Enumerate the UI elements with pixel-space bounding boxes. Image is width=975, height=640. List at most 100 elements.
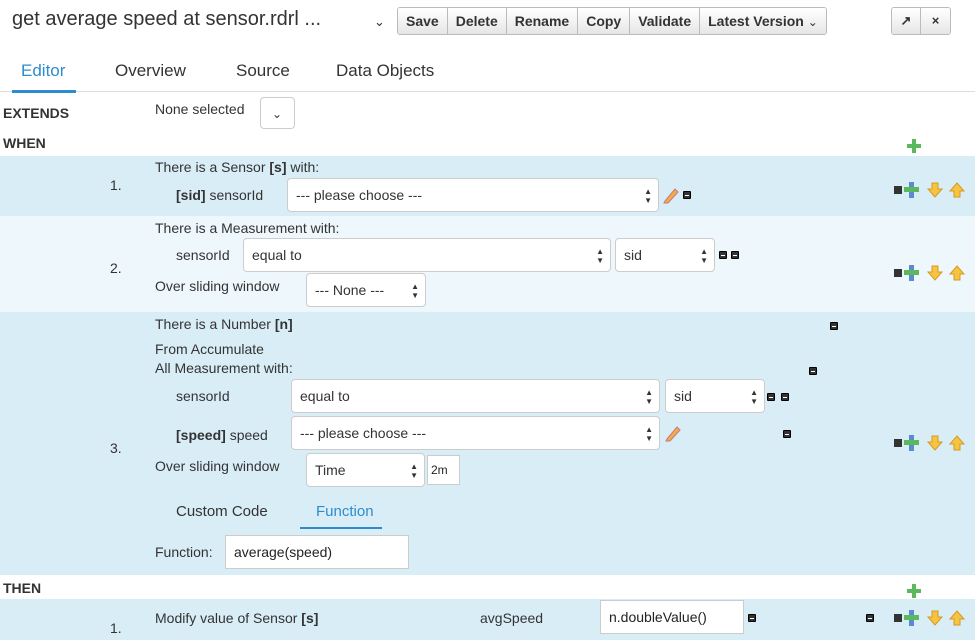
select-arrow-icon: ▲ ▼ (411, 282, 419, 300)
operator-value: equal to (300, 388, 350, 404)
field-name: sensorId (209, 187, 264, 203)
then-label: THEN (3, 580, 42, 596)
accumulate-label: From Accumulate (155, 341, 264, 357)
delete-button[interactable]: Delete (447, 8, 507, 34)
select-arrow-icon: ▲ ▼ (645, 388, 653, 406)
close-icon[interactable]: × (921, 8, 950, 34)
value-value: sid (624, 247, 642, 263)
tab-editor[interactable]: Editor (21, 61, 65, 81)
row-number: 2. (110, 260, 122, 276)
pattern-var: [n] (274, 316, 293, 332)
window-select[interactable]: --- None --- ▲ ▼ (306, 273, 426, 307)
tab-overview[interactable]: Overview (115, 61, 186, 81)
select-arrow-icon: ▲ ▼ (596, 247, 604, 265)
action-field-label: avgSpeed (480, 610, 544, 626)
row-number: 3. (110, 440, 122, 456)
tab-custom-code[interactable]: Custom Code (176, 503, 268, 520)
select-arrow-icon: ▲ ▼ (644, 187, 652, 205)
active-tab-indicator (12, 90, 76, 93)
window-label: Over sliding window (155, 278, 280, 294)
latest-version-label: Latest Version (708, 13, 804, 29)
tab-bar: Editor Overview Source Data Objects (0, 52, 975, 93)
row-actions (894, 435, 966, 451)
pattern-var: [s] (269, 159, 287, 175)
remove-source-icon[interactable] (809, 367, 817, 375)
window-value: --- None --- (315, 282, 385, 298)
add-icon (904, 182, 919, 198)
remove-field-icon[interactable] (783, 430, 791, 438)
field-label: [sid] sensorId (176, 187, 263, 203)
action-text: Modify value of Sensor [s] (155, 610, 318, 626)
pattern-text: There is a Sensor [s] with: (155, 159, 319, 175)
title-dropdown-icon[interactable]: ⌄ (374, 14, 385, 30)
row-number: 1. (110, 620, 122, 636)
action-var: [s] (301, 610, 319, 626)
field-label: [speed] speed (176, 427, 268, 443)
field-name: speed (229, 427, 268, 443)
accumulate-source: All Measurement with: (155, 360, 293, 376)
action-value-input[interactable]: n.doubleValue() (600, 600, 744, 634)
edit-pencil-icon[interactable] (664, 424, 682, 442)
active-subtab-indicator (300, 527, 382, 529)
select-arrow-icon: ▲ ▼ (410, 462, 418, 480)
tab-function[interactable]: Function (316, 503, 374, 520)
maximize-icon[interactable]: ↗ (892, 8, 921, 34)
action-prefix: Modify value of Sensor (155, 610, 298, 626)
row-actions (894, 182, 966, 198)
function-input[interactable]: average(speed) (225, 535, 409, 569)
operator-select[interactable]: equal to ▲ ▼ (243, 238, 611, 272)
window-controls: ↗ × (891, 7, 951, 35)
value-value: sid (674, 388, 692, 404)
edit-value-icon[interactable] (748, 614, 756, 622)
edit-value-icon[interactable] (719, 251, 727, 259)
window-value: Time (315, 462, 346, 478)
select-arrow-icon: ▲ ▼ (645, 425, 653, 443)
window-label: Over sliding window (155, 458, 280, 474)
window-amount-input[interactable]: 2m (427, 455, 460, 485)
pattern-prefix: There is a Number (155, 316, 271, 332)
save-button[interactable]: Save (398, 8, 448, 34)
edit-value-icon[interactable] (767, 393, 775, 401)
tab-data-objects[interactable]: Data Objects (336, 61, 434, 81)
toolbar: Save Delete Rename Copy Validate Latest … (397, 7, 827, 35)
window-select[interactable]: Time ▲ ▼ (306, 453, 425, 487)
field-select[interactable]: --- please choose --- ▲ ▼ (287, 178, 659, 212)
field-select-value: --- please choose --- (296, 187, 423, 203)
field-label: sensorId (176, 388, 230, 404)
remove-pattern-icon[interactable] (830, 322, 838, 330)
extends-label: EXTENDS (3, 105, 70, 121)
remove-field-icon[interactable] (683, 191, 691, 199)
operator-value: equal to (252, 247, 302, 263)
page-title: get average speed at sensor.rdrl ... (12, 8, 322, 30)
latest-version-button[interactable]: Latest Version ⌄ (700, 8, 826, 34)
value-select[interactable]: sid ▲ ▼ (615, 238, 715, 272)
add-action-icon[interactable] (906, 583, 922, 599)
field-var: [speed] (176, 427, 226, 443)
edit-pencil-icon[interactable] (662, 186, 680, 204)
extends-dropdown-button[interactable]: ⌄ (260, 97, 295, 129)
field-var: [sid] (176, 187, 206, 203)
row-actions (894, 610, 966, 626)
field-label: sensorId (176, 247, 230, 263)
row-number: 1. (110, 177, 122, 193)
field-select-value: --- please choose --- (300, 425, 427, 441)
remove-field-icon[interactable] (781, 393, 789, 401)
copy-button[interactable]: Copy (578, 8, 631, 34)
field-select[interactable]: --- please choose --- ▲ ▼ (291, 416, 660, 450)
chevron-down-icon: ⌄ (272, 107, 283, 121)
add-condition-icon[interactable] (906, 138, 922, 154)
tab-source[interactable]: Source (236, 61, 290, 81)
select-arrow-icon: ▲ ▼ (750, 388, 758, 406)
select-arrow-icon: ▲ ▼ (700, 247, 708, 265)
when-label: WHEN (3, 135, 46, 151)
function-label: Function: (155, 544, 213, 560)
pattern-text: There is a Number [n] (155, 316, 293, 332)
value-select[interactable]: sid ▲ ▼ (665, 379, 765, 413)
chevron-down-icon: ⌄ (807, 15, 818, 29)
validate-button[interactable]: Validate (630, 8, 701, 34)
remove-field-icon[interactable] (731, 251, 739, 259)
row-actions (894, 265, 966, 281)
operator-select[interactable]: equal to ▲ ▼ (291, 379, 660, 413)
remove-field-icon[interactable] (866, 614, 874, 622)
rename-button[interactable]: Rename (506, 8, 579, 34)
